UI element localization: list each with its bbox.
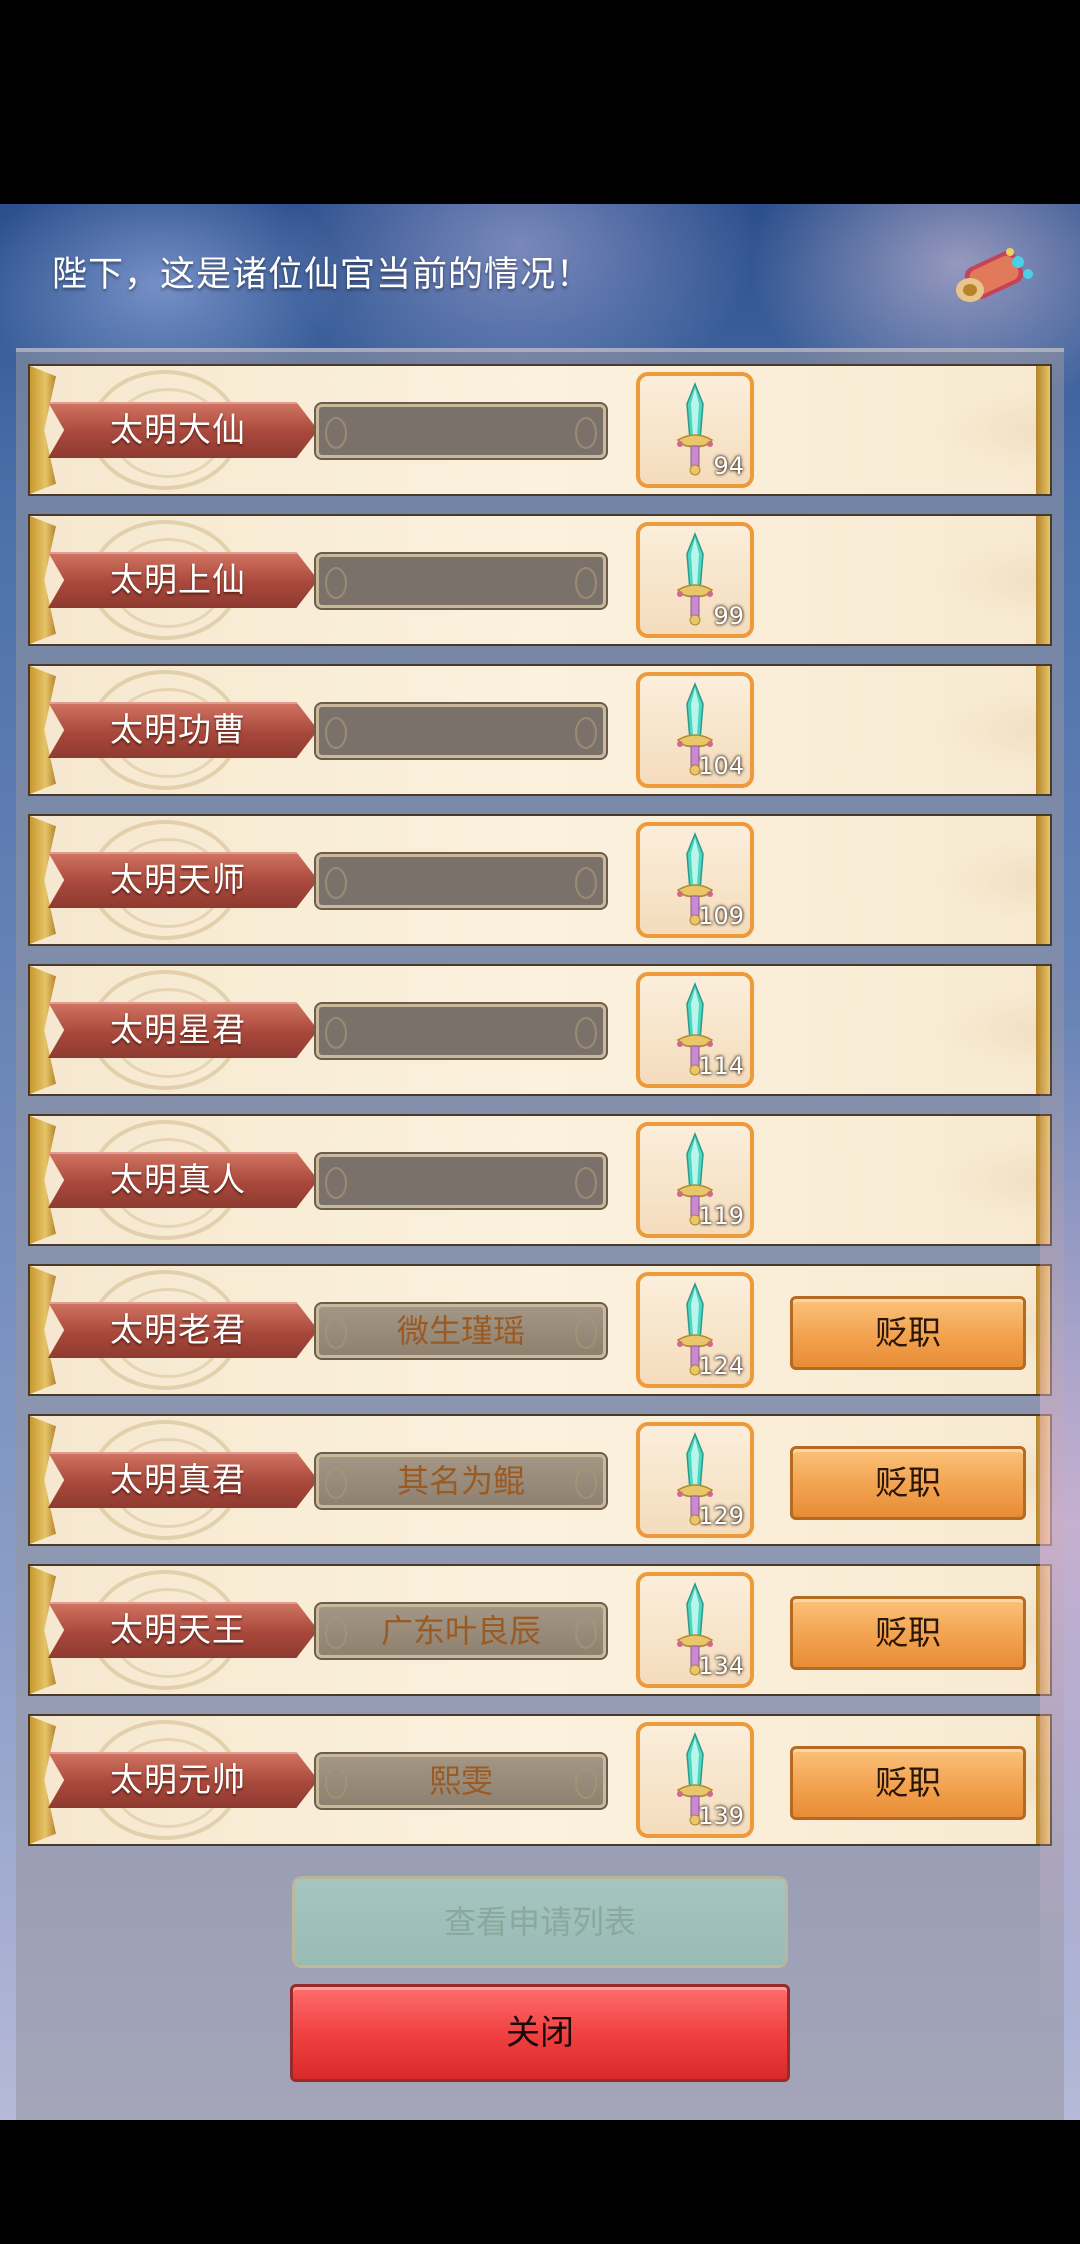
reward-count: 129 [698, 1502, 744, 1530]
rank-title: 太明大仙 [110, 410, 246, 449]
official-name-slot [314, 552, 608, 610]
rank-row: 太明天师 109 [28, 814, 1052, 946]
official-name-slot: 其名为鲲 [314, 1452, 608, 1510]
reward-item[interactable]: 99 [636, 522, 754, 638]
gold-ornament [30, 1416, 56, 1544]
official-name-slot [314, 852, 608, 910]
reward-item[interactable]: 139 [636, 1722, 754, 1838]
demote-button[interactable]: 贬职 [790, 1296, 1026, 1370]
gold-ornament [30, 1116, 56, 1244]
demote-button[interactable]: 贬职 [790, 1746, 1026, 1820]
reward-item[interactable]: 114 [636, 972, 754, 1088]
gold-ornament [30, 1566, 56, 1694]
rank-row: 太明星君 114 [28, 964, 1052, 1096]
wave-pattern [810, 366, 1050, 494]
gold-ornament [1036, 966, 1050, 1094]
wave-pattern [810, 1116, 1050, 1244]
reward-count: 104 [698, 752, 744, 780]
scroll-icon[interactable] [952, 240, 1038, 310]
gold-ornament [1036, 1416, 1050, 1544]
rank-row: 太明元帅 熙雯 139 贬职 [28, 1714, 1052, 1846]
gold-ornament [1036, 1116, 1050, 1244]
gold-ornament [1036, 816, 1050, 944]
rank-row: 太明老君 微生瑾瑶 124 贬职 [28, 1264, 1052, 1396]
rank-row: 太明上仙 99 [28, 514, 1052, 646]
official-name-slot: 熙雯 [314, 1752, 608, 1810]
reward-item[interactable]: 129 [636, 1422, 754, 1538]
rank-title: 太明天师 [110, 860, 246, 899]
page-title: 陛下，这是诸位仙官当前的情况！ [52, 255, 593, 295]
rank-title: 太明星君 [110, 1010, 246, 1049]
gold-ornament [1036, 516, 1050, 644]
gold-ornament [30, 1716, 56, 1844]
rank-title: 太明真人 [110, 1160, 246, 1199]
official-name-slot [314, 702, 608, 760]
reward-item[interactable]: 104 [636, 672, 754, 788]
gold-ornament [30, 816, 56, 944]
gold-ornament [30, 666, 56, 794]
reward-count: 124 [698, 1352, 744, 1380]
rank-row: 太明天王 广东叶良辰 134 贬职 [28, 1564, 1052, 1696]
reward-count: 109 [698, 902, 744, 930]
gold-ornament [1036, 1266, 1050, 1394]
official-name-slot [314, 1002, 608, 1060]
reward-count: 139 [698, 1802, 744, 1830]
official-name-slot [314, 1152, 608, 1210]
gold-ornament [1036, 366, 1050, 494]
demote-button[interactable]: 贬职 [790, 1596, 1026, 1670]
rank-row: 太明真人 119 [28, 1114, 1052, 1246]
gold-ornament [1036, 666, 1050, 794]
demote-button[interactable]: 贬职 [790, 1446, 1026, 1520]
rank-title: 太明功曹 [110, 710, 246, 749]
official-name-slot [314, 402, 608, 460]
gold-ornament [30, 966, 56, 1094]
screen: 陛下，这是诸位仙官当前的情况！ 太明大仙 94 太明上仙 99 太明功曹 104 太明天师 1… [0, 0, 1080, 2244]
rank-title: 太明老君 [110, 1310, 246, 1349]
wave-pattern [810, 666, 1050, 794]
reward-count: 114 [698, 1052, 744, 1080]
rank-title: 太明上仙 [110, 560, 246, 599]
reward-count: 134 [698, 1652, 744, 1680]
rank-title: 太明真君 [110, 1460, 246, 1499]
wave-pattern [810, 966, 1050, 1094]
reward-item[interactable]: 94 [636, 372, 754, 488]
reward-item[interactable]: 119 [636, 1122, 754, 1238]
gold-ornament [30, 1266, 56, 1394]
view-applications-button[interactable]: 查看申请列表 [292, 1876, 788, 1968]
reward-item[interactable]: 109 [636, 822, 754, 938]
gold-ornament [30, 516, 56, 644]
reward-item[interactable]: 134 [636, 1572, 754, 1688]
close-button[interactable]: 关闭 [290, 1984, 790, 2082]
official-name-slot: 广东叶良辰 [314, 1602, 608, 1660]
game-area: 陛下，这是诸位仙官当前的情况！ 太明大仙 94 太明上仙 99 太明功曹 104 太明天师 1… [0, 204, 1080, 2120]
rank-row: 太明大仙 94 [28, 364, 1052, 496]
rank-row: 太明真君 其名为鲲 129 贬职 [28, 1414, 1052, 1546]
rank-title: 太明天王 [110, 1610, 246, 1649]
gold-ornament [1036, 1716, 1050, 1844]
wave-pattern [810, 816, 1050, 944]
reward-count: 119 [698, 1202, 744, 1230]
gold-ornament [1036, 1566, 1050, 1694]
rank-title: 太明元帅 [110, 1760, 246, 1799]
gold-ornament [30, 366, 56, 494]
reward-count: 99 [713, 602, 744, 630]
rank-row: 太明功曹 104 [28, 664, 1052, 796]
reward-count: 94 [713, 452, 744, 480]
reward-item[interactable]: 124 [636, 1272, 754, 1388]
wave-pattern [810, 516, 1050, 644]
official-name-slot: 微生瑾瑶 [314, 1302, 608, 1360]
